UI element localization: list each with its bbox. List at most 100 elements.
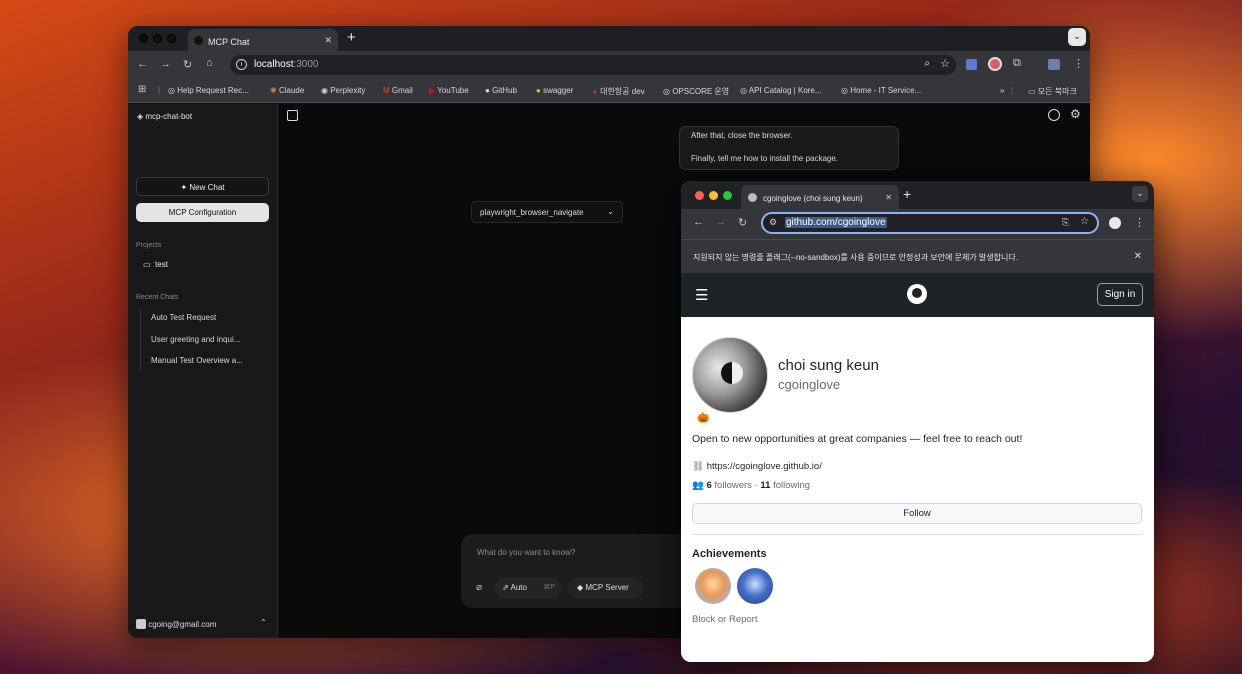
- app-brand[interactable]: ◈ mcp-chat-bot: [137, 112, 192, 121]
- youtube-icon: ▶: [429, 86, 436, 95]
- user-menu[interactable]: cgoing@gmail.com: [136, 619, 216, 629]
- more-menu-icon[interactable]: ⋮: [1073, 57, 1084, 70]
- new-tab-icon[interactable]: +: [347, 29, 356, 46]
- close-window-button[interactable]: [695, 191, 704, 200]
- more-menu-icon[interactable]: ⋮: [1134, 216, 1145, 229]
- achievement-badge-icon[interactable]: [737, 568, 773, 604]
- forward-icon[interactable]: →: [160, 58, 171, 70]
- bookmark-item[interactable]: ✺ Claude: [270, 86, 304, 95]
- close-icon[interactable]: ✕: [1134, 251, 1142, 262]
- projects-heading: Projects: [136, 242, 162, 249]
- recent-chat-item[interactable]: Manual Test Overview a...: [151, 356, 243, 365]
- address-bar[interactable]: i localhost:3000 ⌕ ☆: [230, 55, 956, 75]
- zoom-icon[interactable]: ⌕: [924, 58, 930, 69]
- recent-chat-item[interactable]: User greeting and inqui...: [151, 335, 240, 344]
- server-icon: ◆: [577, 583, 584, 592]
- avatar[interactable]: [692, 337, 768, 413]
- bookmark-star-icon[interactable]: ☆: [940, 57, 950, 70]
- bookmark-item[interactable]: ▶ YouTube: [429, 86, 469, 95]
- followers-label[interactable]: followers: [714, 480, 752, 491]
- bookmark-star-icon[interactable]: ☆: [1080, 216, 1089, 227]
- all-bookmarks-folder[interactable]: ▭ 모든 북마크: [1028, 86, 1077, 97]
- forward-icon[interactable]: →: [715, 216, 726, 228]
- install-app-icon[interactable]: ⎘: [1062, 217, 1069, 228]
- github-logo-icon[interactable]: [907, 284, 927, 304]
- extension-icon[interactable]: [988, 57, 1002, 71]
- bookmarks-overflow-icon[interactable]: »: [1000, 86, 1004, 95]
- claude-icon: ✺: [270, 86, 277, 95]
- bookmark-item[interactable]: ◎ Home - IT Service...: [841, 86, 921, 95]
- website-link[interactable]: https://cgoinglove.github.io/: [707, 461, 822, 472]
- bookmark-item[interactable]: ◎ Help Request Rec...: [168, 86, 249, 95]
- mode-select[interactable]: ⇗ Auto ⌘P: [494, 578, 562, 598]
- sandbox-warning-bar: 지원되지 않는 명령줄 플래그(--no-sandbox)를 사용 중이므로 안…: [681, 239, 1154, 273]
- minimize-window-button[interactable]: [709, 191, 718, 200]
- url-text: github.com/cgoinglove: [785, 217, 887, 228]
- bookmark-label: GitHub: [492, 86, 517, 95]
- translate-extension-icon[interactable]: [966, 59, 977, 70]
- profile-website[interactable]: ⛓ https://cgoinglove.github.io/: [692, 461, 822, 472]
- minimize-window-button[interactable]: [153, 34, 162, 43]
- back-icon[interactable]: ←: [693, 216, 704, 228]
- bookmark-item[interactable]: ● GitHub: [485, 86, 517, 95]
- bookmarks-bar: ⊞ | ◎ Help Request Rec... ✺ Claude ◉ Per…: [128, 79, 1090, 103]
- tab-search-icon[interactable]: ⌄: [1068, 28, 1086, 46]
- chevron-down-icon: ⌄: [607, 207, 614, 216]
- site-settings-icon[interactable]: ⚙: [769, 217, 777, 228]
- tab-github-profile[interactable]: cgoinglove (choi sung keun) ✕: [741, 185, 899, 209]
- settings-icon[interactable]: ⚙: [1070, 107, 1081, 121]
- github-logo-inner: [912, 288, 922, 298]
- reload-icon[interactable]: ↻: [183, 58, 192, 71]
- new-tab-icon[interactable]: +: [903, 186, 911, 202]
- mcp-configuration-button[interactable]: MCP Configuration: [136, 203, 269, 222]
- profile-icon[interactable]: [1109, 217, 1121, 229]
- bookmark-label: Gmail: [391, 86, 413, 95]
- site-info-icon[interactable]: i: [236, 59, 247, 70]
- attach-paperclip-icon[interactable]: ⌀: [476, 582, 482, 593]
- maximize-window-button[interactable]: [723, 191, 732, 200]
- github-profile: choi sung keun cgoinglove 🎃 Open to new …: [681, 317, 1154, 662]
- close-window-button[interactable]: [139, 34, 148, 43]
- theme-toggle-icon[interactable]: [1048, 109, 1060, 121]
- tab-close-icon[interactable]: ✕: [324, 35, 332, 46]
- hamburger-menu-icon[interactable]: ☰: [695, 286, 708, 304]
- home-icon[interactable]: ⌂: [206, 57, 213, 69]
- sidebar-toggle-icon[interactable]: [287, 110, 298, 121]
- bookmark-label: Perplexity: [330, 86, 366, 95]
- bookmark-item[interactable]: ◉ Perplexity: [321, 86, 365, 95]
- bookmark-item[interactable]: M Gmail: [383, 86, 413, 95]
- tab-mcp-chat[interactable]: MCP Chat ✕: [188, 29, 338, 51]
- browser-toolbar: ← → ↻ ⌂ i localhost:3000 ⌕ ☆ ⧉ ⋮: [128, 51, 1090, 79]
- maximize-window-button[interactable]: [167, 34, 176, 43]
- sign-in-label: Sign in: [1104, 289, 1136, 300]
- back-icon[interactable]: ←: [137, 58, 148, 70]
- github-address-bar[interactable]: ⚙ github.com/cgoinglove ⎘ ☆: [761, 212, 1099, 234]
- bookmark-item[interactable]: ◐ 대한항공 dev: [593, 86, 645, 97]
- achievement-badge-icon[interactable]: [695, 568, 731, 604]
- section-divider: [692, 534, 1142, 535]
- new-chat-button[interactable]: ✦ New Chat: [136, 177, 269, 196]
- following-label[interactable]: following: [773, 480, 810, 491]
- github-toolbar: ← → ↻ ⚙ github.com/cgoinglove ⎘ ☆ ⋮: [681, 209, 1154, 239]
- tool-call-badge[interactable]: playwright_browser_navigate ⌄: [471, 201, 623, 223]
- bookmark-item[interactable]: ● swagger: [536, 86, 573, 95]
- reload-icon[interactable]: ↻: [738, 216, 747, 229]
- bookmark-item[interactable]: ◎ API Catalog | Kore...: [740, 86, 822, 95]
- bookmark-item[interactable]: ◎ OPSCORE 운영: [663, 86, 729, 97]
- project-item[interactable]: ▭ test: [143, 260, 168, 269]
- follow-button[interactable]: Follow: [692, 503, 1142, 524]
- sign-in-button[interactable]: Sign in: [1097, 283, 1143, 306]
- tab-search-icon[interactable]: ⌄: [1132, 186, 1148, 202]
- extensions-puzzle-icon[interactable]: ⧉: [1013, 57, 1021, 70]
- following-count[interactable]: 11: [760, 480, 770, 491]
- recent-chat-item[interactable]: Auto Test Request: [151, 313, 216, 322]
- tab-close-icon[interactable]: ✕: [885, 193, 892, 202]
- mcp-server-button[interactable]: ◆ MCP Server: [568, 578, 643, 598]
- followers-count[interactable]: 6: [706, 480, 711, 491]
- status-emoji[interactable]: 🎃: [697, 413, 709, 424]
- prompt-placeholder[interactable]: What do you want to know?: [477, 548, 575, 557]
- profile-extension-icon[interactable]: [1048, 59, 1060, 70]
- apps-grid-icon[interactable]: ⊞: [138, 84, 146, 95]
- chevron-up-icon[interactable]: ⌃: [260, 618, 267, 627]
- block-or-report-link[interactable]: Block or Report: [692, 614, 757, 625]
